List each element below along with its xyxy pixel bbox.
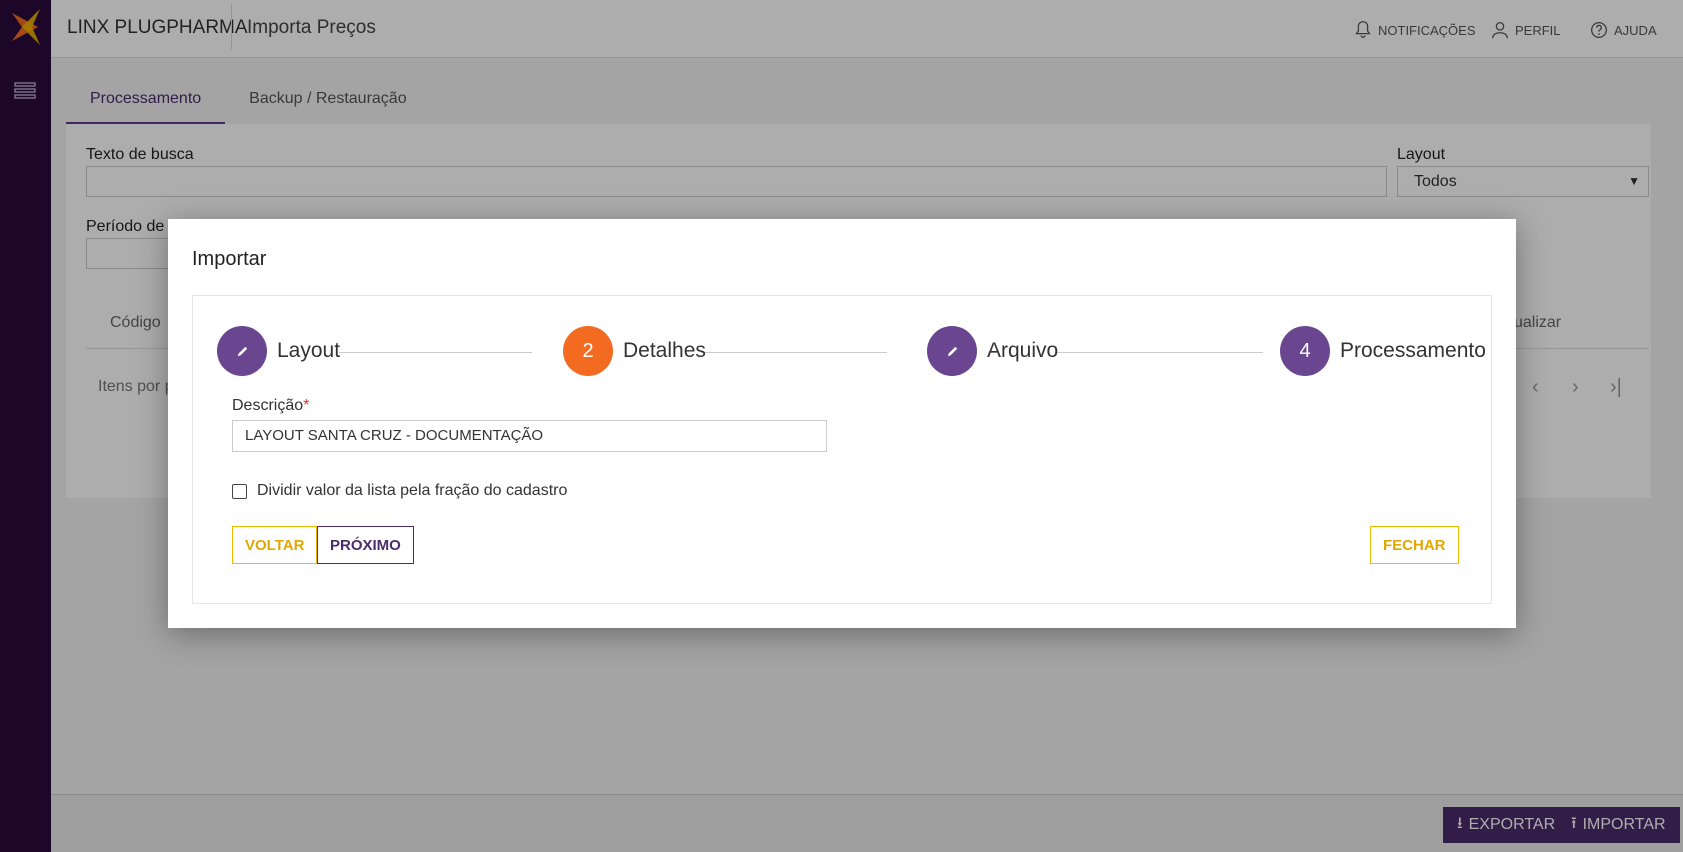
step-number: 2 (563, 326, 613, 376)
step-connector (339, 352, 532, 353)
required-mark: * (303, 397, 310, 414)
step-layout[interactable]: Layout (217, 326, 340, 376)
step-label: Detalhes (623, 339, 706, 362)
step-detalhes[interactable]: 2 Detalhes (563, 326, 706, 376)
modal-title: Importar (192, 248, 267, 270)
step-connector (701, 352, 887, 353)
description-label: Descrição* (232, 397, 309, 415)
step-processamento[interactable]: 4 Processamento (1280, 326, 1486, 376)
next-button[interactable]: PRÓXIMO (317, 526, 414, 564)
close-button[interactable]: FECHAR (1370, 526, 1459, 564)
step-number: 4 (1280, 326, 1330, 376)
description-input[interactable]: LAYOUT SANTA CRUZ - DOCUMENTAÇÃO (232, 420, 827, 452)
checkbox-label: Dividir valor da lista pela fração do ca… (257, 482, 568, 499)
pencil-icon (927, 326, 977, 376)
step-connector (1055, 352, 1263, 353)
description-label-text: Descrição (232, 397, 304, 414)
import-modal: Importar Layout 2 Detalhes Arquivo 4 Pro… (168, 219, 1516, 628)
pencil-icon (217, 326, 267, 376)
divide-value-checkbox[interactable]: Dividir valor da lista pela fração do ca… (232, 482, 567, 500)
stepper-container: Layout 2 Detalhes Arquivo 4 Processament… (192, 295, 1492, 604)
checkbox-box[interactable] (232, 483, 247, 499)
step-arquivo[interactable]: Arquivo (927, 326, 1058, 376)
step-label: Processamento (1340, 339, 1486, 362)
step-label: Layout (277, 339, 341, 362)
step-label: Arquivo (987, 339, 1059, 362)
back-button[interactable]: VOLTAR (232, 526, 318, 564)
